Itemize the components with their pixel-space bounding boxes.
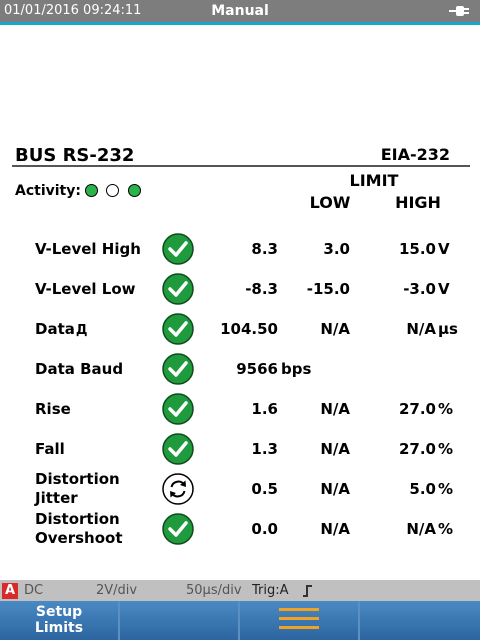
- row-label: Fall: [35, 440, 65, 458]
- coupling: DC: [24, 583, 44, 598]
- measured-value: 1.3: [251, 440, 278, 458]
- setup-limits-line2: Limits: [34, 620, 84, 636]
- row-label: Distortion Overshoot: [35, 510, 123, 547]
- bus-title: BUS RS-232: [15, 145, 135, 166]
- measurement-row-distortion-overshoot: Distortion Overshoot 0.0 N/A N/A %: [0, 509, 480, 549]
- row-label: Rise: [35, 400, 71, 418]
- measurement-row-v-level-low: V-Level Low -8.3 -15.0 -3.0 V: [0, 269, 480, 309]
- row-label: Data Baud: [35, 360, 124, 378]
- high-limit: 27.0: [398, 400, 436, 418]
- measurement-row-rise: Rise 1.6 N/A 27.0 %: [0, 389, 480, 429]
- standard-label: EIA-232: [380, 145, 450, 164]
- setup-limits-button[interactable]: Setup Limits: [0, 601, 120, 640]
- row-label: V-Level Low: [35, 280, 136, 298]
- activity-dot-2: [106, 184, 119, 197]
- pass-check-icon: [162, 353, 194, 385]
- high-limit: N/A: [406, 520, 436, 538]
- volts-per-div: 2V/div: [96, 583, 138, 598]
- channel-status-bar: A DC 2V/div 50µs/div Trig:A: [0, 580, 480, 601]
- value-unit: bps: [281, 360, 312, 378]
- measured-value: 8.3: [251, 240, 278, 258]
- header-divider: [12, 165, 470, 167]
- unit: V: [438, 240, 450, 258]
- pass-check-icon: [162, 393, 194, 425]
- row-label: DataД: [35, 320, 88, 338]
- measured-value: 104.50: [220, 320, 278, 338]
- activity-dot-1: [85, 184, 98, 197]
- pulse-symbol: Д: [75, 323, 88, 338]
- pass-check-icon: [162, 433, 194, 465]
- low-limit: N/A: [320, 520, 350, 538]
- high-header: HIGH: [395, 193, 441, 212]
- high-limit: 15.0: [398, 240, 436, 258]
- rising-edge-icon: [303, 585, 312, 597]
- high-limit: 27.0: [398, 440, 436, 458]
- refresh-pending-icon: [162, 473, 194, 505]
- mode-label: Manual: [211, 3, 269, 19]
- measured-value: -8.3: [245, 280, 278, 298]
- trigger-source: Trig:A: [252, 583, 289, 598]
- low-limit: N/A: [320, 480, 350, 498]
- power-plug-icon: [449, 6, 469, 16]
- activity-dot-3: [128, 184, 141, 197]
- row-label: V-Level High: [35, 240, 141, 258]
- high-limit: N/A: [406, 320, 436, 338]
- pass-check-icon: [162, 233, 194, 265]
- channel-badge[interactable]: A: [2, 583, 18, 599]
- measurement-row-v-level-high: V-Level High 8.3 3.0 15.0 V: [0, 229, 480, 269]
- pass-check-icon: [162, 273, 194, 305]
- measurement-row-data: DataД 104.50 N/A N/A µs: [0, 309, 480, 349]
- softkey-2-button[interactable]: [120, 601, 240, 640]
- status-bar: 01/01/2016 09:24:11 Manual: [0, 0, 480, 25]
- row-label: Distortion Jitter: [35, 470, 120, 507]
- activity-label: Activity:: [15, 183, 81, 199]
- low-header: LOW: [309, 193, 351, 212]
- time-per-div: 50µs/div: [186, 583, 242, 598]
- low-limit: -15.0: [306, 280, 350, 298]
- measured-value: 1.6: [251, 400, 278, 418]
- pass-check-icon: [162, 513, 194, 545]
- low-limit: N/A: [320, 440, 350, 458]
- limit-header: LIMIT: [349, 171, 399, 190]
- unit: %: [438, 400, 454, 418]
- softkey-4-button[interactable]: [360, 601, 480, 640]
- measured-value: 0.0: [251, 520, 278, 538]
- softkey-bar: Setup Limits: [0, 601, 480, 640]
- pass-check-icon: [162, 313, 194, 345]
- measurement-row-distortion-jitter: Distortion Jitter 0.5 N/A 5.0 %: [0, 469, 480, 509]
- measured-value: 0.5: [251, 480, 278, 498]
- setup-limits-line1: Setup: [35, 604, 83, 620]
- measurement-row-data-baud: Data Baud 9566 bps: [0, 349, 480, 389]
- unit: %: [438, 480, 454, 498]
- unit: %: [438, 440, 454, 458]
- measured-value: 9566: [236, 360, 278, 378]
- menu-button[interactable]: [240, 601, 360, 640]
- measurement-row-fall: Fall 1.3 N/A 27.0 %: [0, 429, 480, 469]
- low-limit: N/A: [320, 400, 350, 418]
- high-limit: -3.0: [403, 280, 436, 298]
- unit: µs: [438, 320, 458, 338]
- unit: V: [438, 280, 450, 298]
- low-limit: 3.0: [323, 240, 350, 258]
- high-limit: 5.0: [409, 480, 436, 498]
- low-limit: N/A: [320, 320, 350, 338]
- unit: %: [438, 520, 454, 538]
- menu-icon: [279, 608, 319, 632]
